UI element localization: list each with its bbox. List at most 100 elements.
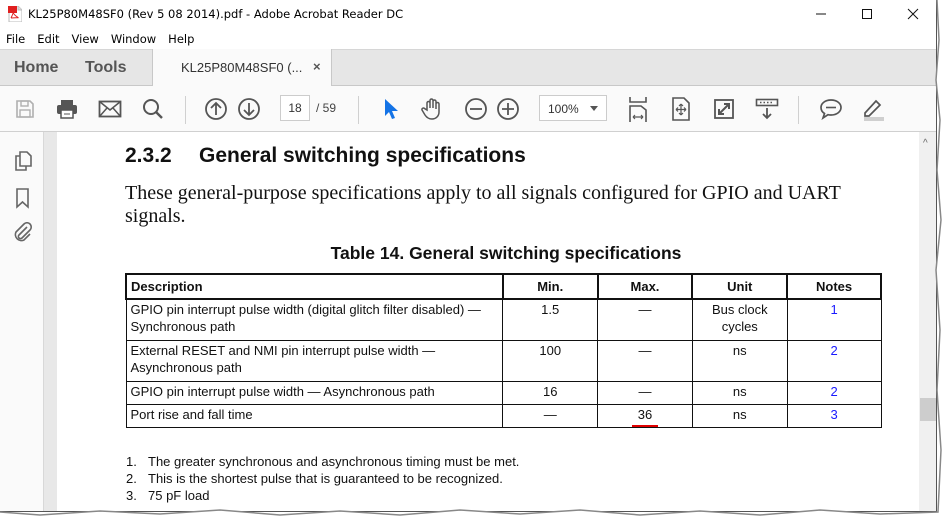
table-row: GPIO pin interrupt pulse width (digital …: [125, 298, 882, 341]
tab-document[interactable]: KL25P80M48SF0 (... ×: [152, 49, 332, 87]
tab-tools[interactable]: Tools: [85, 59, 126, 77]
email-icon: [98, 100, 122, 118]
select-pointer-icon: [385, 99, 398, 119]
cell-min: 100: [502, 339, 599, 382]
cell-max: —: [597, 339, 693, 382]
full-screen-button[interactable]: [711, 96, 737, 122]
title-bar: KL25P80M48SF0 (Rev 5 08 2014).pdf - Adob…: [0, 0, 936, 28]
acrobat-window: KL25P80M48SF0 (Rev 5 08 2014).pdf - Adob…: [0, 0, 937, 512]
cell-max: —: [597, 298, 693, 341]
cell-min: —: [502, 403, 599, 428]
vertical-scrollbar[interactable]: ^: [919, 132, 936, 511]
comment-icon: [820, 99, 842, 120]
section-paragraph: These general-purpose specifications app…: [125, 182, 841, 227]
hand-icon: [421, 98, 440, 120]
acrobat-pdf-icon: [8, 5, 23, 23]
next-page-button[interactable]: [236, 96, 262, 122]
cell-unit: Bus clock cycles: [691, 298, 788, 341]
read-mode-button[interactable]: [754, 96, 780, 122]
note-link[interactable]: 2: [830, 343, 837, 358]
menu-file[interactable]: File: [0, 32, 31, 46]
maximize-button[interactable]: [844, 0, 890, 28]
navigation-pane: [0, 132, 44, 511]
page-down-icon: [238, 98, 260, 120]
highlight-button[interactable]: [860, 96, 886, 122]
table-footnotes: 1. The greater synchronous and asynchrono…: [126, 453, 519, 504]
cell-min: 16: [502, 380, 599, 405]
email-button[interactable]: [97, 96, 123, 122]
menu-bar: File Edit View Window Help: [0, 28, 936, 49]
fit-width-icon: [629, 97, 647, 122]
zoom-level-value: 100%: [548, 102, 579, 116]
fit-width-button[interactable]: [625, 96, 651, 122]
footnote: 3. 75 pF load: [126, 488, 210, 503]
bookmark-icon: [16, 188, 29, 209]
close-window-button[interactable]: [890, 0, 936, 28]
scroll-thumb[interactable]: [920, 398, 936, 421]
zoom-out-icon: [465, 98, 487, 120]
close-tab-icon[interactable]: ×: [313, 59, 321, 74]
tab-document-label: KL25P80M48SF0 (...: [181, 60, 303, 75]
footnote: 1. The greater synchronous and asynchrono…: [126, 454, 520, 469]
page-number-input[interactable]: 18: [280, 95, 310, 121]
toolbar-separator: [798, 96, 799, 124]
zoom-in-icon: [497, 98, 519, 120]
tab-bar: Home Tools KL25P80M48SF0 (... ×: [0, 49, 936, 87]
previous-page-button[interactable]: [203, 96, 229, 122]
column-header-notes: Notes: [786, 273, 882, 300]
save-button[interactable]: [12, 96, 38, 122]
select-tool-button[interactable]: [378, 96, 404, 122]
page-thumbnails-button[interactable]: [12, 150, 34, 172]
cell-max: —: [597, 380, 693, 405]
zoom-level-select[interactable]: 100%: [539, 95, 607, 121]
window-title: KL25P80M48SF0 (Rev 5 08 2014).pdf - Adob…: [28, 7, 404, 21]
tab-home[interactable]: Home: [14, 59, 58, 77]
page-gutter: [44, 132, 57, 511]
print-icon: [57, 100, 77, 119]
hand-tool-button[interactable]: [419, 96, 445, 122]
highlight-icon: [864, 99, 884, 121]
search-icon: [143, 99, 163, 119]
table-row: External RESET and NMI pin interrupt pul…: [125, 339, 882, 382]
attachment-icon: [14, 221, 33, 242]
menu-window[interactable]: Window: [105, 32, 162, 46]
read-mode-icon: [755, 98, 779, 120]
cell-min: 1.5: [502, 298, 599, 341]
maximize-icon: [862, 9, 872, 19]
minimize-icon: [816, 13, 826, 15]
close-icon: [907, 8, 919, 20]
table-caption: Table 14. General switching specificatio…: [330, 243, 682, 263]
save-icon: [16, 100, 34, 118]
cell-unit: ns: [691, 403, 788, 428]
note-link[interactable]: 3: [830, 407, 837, 422]
page-up-icon: [205, 98, 227, 120]
cell-description: GPIO pin interrupt pulse width (digital …: [125, 298, 504, 341]
chevron-down-icon: [590, 106, 598, 111]
menu-edit[interactable]: Edit: [31, 32, 65, 46]
table-row: Port rise and fall time — 36 ns 3: [125, 403, 882, 428]
comment-button[interactable]: [818, 96, 844, 122]
zoom-in-button[interactable]: [495, 96, 521, 122]
note-link[interactable]: 1: [830, 302, 837, 317]
menu-view[interactable]: View: [66, 32, 105, 46]
menu-help[interactable]: Help: [162, 32, 200, 46]
note-link[interactable]: 2: [830, 384, 837, 399]
column-header-unit: Unit: [691, 273, 789, 300]
cell-unit: ns: [691, 380, 788, 405]
cell-description: External RESET and NMI pin interrupt pul…: [125, 339, 504, 382]
print-button[interactable]: [54, 96, 80, 122]
attachments-button[interactable]: [12, 221, 34, 244]
full-screen-icon: [714, 99, 734, 119]
cell-description: GPIO pin interrupt pulse width — Asynchr…: [125, 380, 504, 405]
bookmarks-button[interactable]: [12, 187, 34, 209]
minimize-button[interactable]: [798, 0, 844, 28]
fit-page-icon: [672, 97, 690, 121]
scroll-up-icon[interactable]: ^: [923, 138, 928, 149]
cell-unit: ns: [691, 339, 788, 382]
fit-page-button[interactable]: [668, 96, 694, 122]
search-button[interactable]: [140, 96, 166, 122]
page-thumbnails-icon: [15, 151, 32, 171]
table-row: GPIO pin interrupt pulse width — Asynchr…: [125, 380, 882, 405]
column-header-description: Description: [125, 273, 504, 300]
zoom-out-button[interactable]: [463, 96, 489, 122]
